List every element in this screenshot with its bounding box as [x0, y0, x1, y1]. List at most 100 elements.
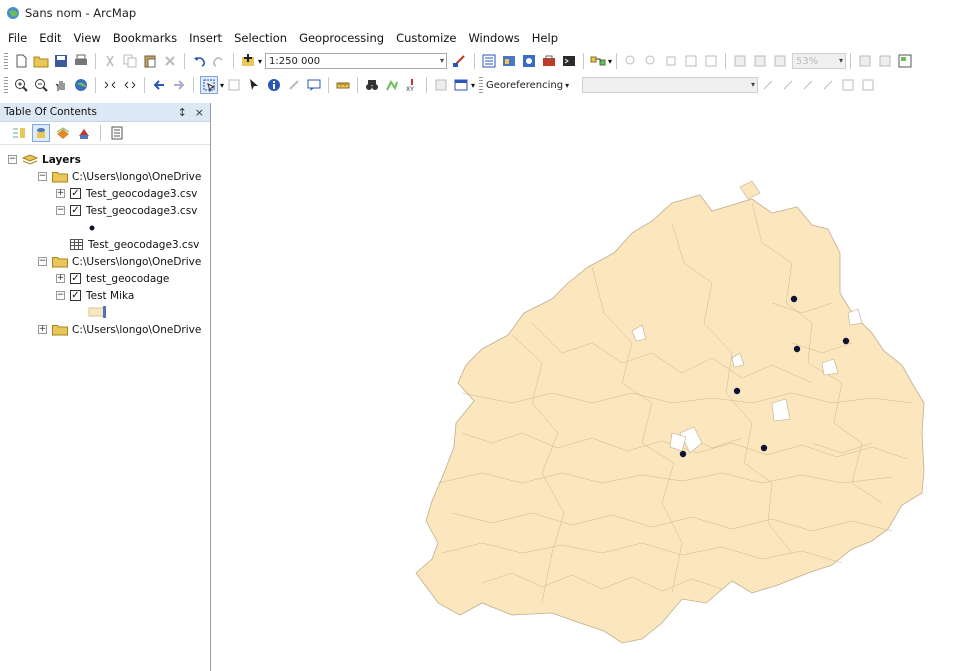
list-by-source-icon[interactable]: [32, 124, 50, 142]
expand-icon[interactable]: +: [56, 274, 65, 283]
find-binoculars-icon[interactable]: [364, 77, 380, 93]
tree-layer[interactable]: − ✓ Test_geocodage3.csv: [56, 202, 197, 219]
list-by-selection-icon[interactable]: [76, 125, 92, 141]
georeferencing-menu[interactable]: Georeferencing ▾: [486, 77, 583, 93]
pan-hand-icon[interactable]: [53, 77, 69, 93]
collapse-icon[interactable]: −: [56, 291, 65, 300]
collapse-icon[interactable]: −: [56, 206, 65, 215]
georef-layer-combo: ▾: [582, 77, 759, 93]
html-popup-icon[interactable]: [306, 77, 322, 93]
add-data-dropdown-icon[interactable]: ▾: [258, 57, 262, 66]
layer-name: test_geocodage: [86, 272, 170, 285]
tree-group-3[interactable]: + C:\Users\longo\OneDrive: [38, 321, 201, 338]
toolbar-overflow-icon[interactable]: ▾: [608, 57, 612, 66]
chevron-down-icon: ▾: [751, 80, 756, 89]
layout-back-icon: [752, 53, 768, 69]
layer-visibility-checkbox[interactable]: ✓: [70, 273, 81, 284]
measure-icon[interactable]: [335, 77, 351, 93]
full-extent-globe-icon[interactable]: [73, 77, 89, 93]
print-icon[interactable]: [73, 53, 89, 69]
menu-bookmarks[interactable]: Bookmarks: [107, 31, 183, 45]
toolbar-grip[interactable]: [479, 77, 484, 93]
editor-toolbar-icon[interactable]: [452, 53, 468, 69]
go-to-xy-icon[interactable]: XY: [404, 77, 420, 93]
geocoded-point[interactable]: [793, 345, 801, 353]
save-icon[interactable]: [53, 53, 69, 69]
zoom-out-icon[interactable]: [33, 77, 49, 93]
toolbar-grip[interactable]: [4, 77, 8, 93]
select-elements-icon[interactable]: [246, 77, 262, 93]
map-view[interactable]: [212, 103, 971, 671]
collapse-icon[interactable]: −: [38, 257, 47, 266]
paste-icon[interactable]: [142, 53, 158, 69]
tools-overflow-icon[interactable]: ▾: [471, 81, 475, 90]
polygon-layer-outline[interactable]: [415, 194, 925, 644]
add-data-icon[interactable]: [240, 53, 256, 69]
folder-icon: [52, 171, 68, 182]
menu-file[interactable]: File: [0, 31, 33, 45]
shift-icon: [780, 77, 796, 93]
new-document-icon[interactable]: [13, 53, 29, 69]
toolbar-grip[interactable]: [4, 53, 8, 69]
select-features-icon[interactable]: [200, 76, 218, 94]
tree-table[interactable]: Test_geocodage3.csv: [70, 236, 199, 253]
detached-polygon[interactable]: [739, 180, 761, 200]
menu-geoprocessing[interactable]: Geoprocessing: [293, 31, 390, 45]
layer-visibility-checkbox[interactable]: ✓: [70, 205, 81, 216]
tree-layer[interactable]: − ✓ Test Mika: [56, 287, 134, 304]
collapse-icon[interactable]: −: [8, 155, 17, 164]
tree-root-layers[interactable]: − Layers: [8, 151, 81, 168]
fixed-zoom-out-icon[interactable]: [122, 77, 138, 93]
menu-view[interactable]: View: [68, 31, 107, 45]
change-layout-icon[interactable]: [897, 53, 913, 69]
geocoded-point[interactable]: [790, 295, 798, 303]
geocoded-point[interactable]: [733, 387, 741, 395]
chevron-down-icon: ▾: [440, 56, 445, 65]
menu-edit[interactable]: Edit: [33, 31, 67, 45]
undo-icon[interactable]: [191, 53, 207, 69]
expand-icon[interactable]: +: [56, 189, 65, 198]
scale-combo[interactable]: 1:250 000 ▾: [265, 53, 448, 69]
expand-icon[interactable]: +: [38, 325, 47, 334]
tree-group-2[interactable]: − C:\Users\longo\OneDrive: [38, 253, 201, 270]
fixed-zoom-in-icon[interactable]: [102, 77, 118, 93]
toc-options-icon[interactable]: [109, 125, 125, 141]
find-route-icon[interactable]: [384, 77, 400, 93]
identify-icon[interactable]: [266, 77, 282, 93]
menu-customize[interactable]: Customize: [390, 31, 462, 45]
menu-help[interactable]: Help: [526, 31, 564, 45]
open-folder-icon[interactable]: [33, 53, 49, 69]
arctoolbox-icon[interactable]: [541, 53, 557, 69]
menu-selection[interactable]: Selection: [228, 31, 293, 45]
zoom-in-icon[interactable]: [13, 77, 29, 93]
modelbuilder-icon[interactable]: [590, 53, 606, 69]
geocoded-point[interactable]: [842, 337, 850, 345]
list-by-visibility-icon[interactable]: [55, 125, 71, 141]
cut-icon: [102, 53, 118, 69]
select-features-dropdown-icon[interactable]: ▾: [220, 81, 224, 90]
layer-visibility-checkbox[interactable]: ✓: [70, 290, 81, 301]
tree-layer[interactable]: + ✓ test_geocodage: [56, 270, 169, 287]
close-icon[interactable]: ×: [195, 106, 204, 119]
catalog-icon[interactable]: [501, 53, 517, 69]
tree-layer[interactable]: + ✓ Test_geocodage3.csv: [56, 185, 197, 202]
chevron-down-icon: ▾: [839, 56, 844, 65]
search-window-icon[interactable]: [521, 53, 537, 69]
menu-windows[interactable]: Windows: [462, 31, 525, 45]
tree-group-1[interactable]: − C:\Users\longo\OneDrive: [38, 168, 201, 185]
geocoded-point[interactable]: [679, 450, 687, 458]
back-arrow-icon[interactable]: [151, 77, 167, 93]
geocoded-point[interactable]: [760, 444, 768, 452]
table-of-contents-icon[interactable]: [481, 53, 497, 69]
pin-icon[interactable]: ↕: [178, 106, 187, 119]
point-symbol[interactable]: [88, 219, 96, 236]
collapse-icon[interactable]: −: [38, 172, 47, 181]
list-by-drawing-order-icon[interactable]: [11, 125, 27, 141]
viewer-window-icon[interactable]: [453, 77, 469, 93]
polygon-symbol[interactable]: [88, 303, 108, 320]
python-window-icon[interactable]: [561, 53, 577, 69]
time-slider-icon: [433, 77, 449, 93]
map-canvas[interactable]: [212, 103, 971, 671]
menu-insert[interactable]: Insert: [183, 31, 228, 45]
layer-visibility-checkbox[interactable]: ✓: [70, 188, 81, 199]
